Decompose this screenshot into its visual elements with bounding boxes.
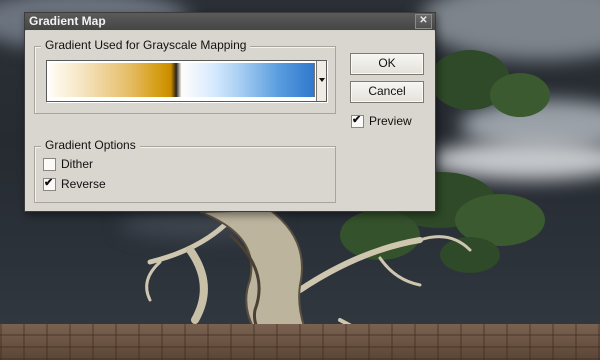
preview-label: Preview: [369, 114, 412, 128]
dither-label: Dither: [61, 157, 94, 171]
close-icon: ✕: [419, 15, 428, 26]
check-icon: ✔: [352, 113, 362, 126]
gradient-dropdown-button[interactable]: [316, 61, 326, 101]
dialog-title: Gradient Map: [29, 14, 106, 28]
preview-option[interactable]: ✔ Preview: [351, 113, 412, 129]
check-icon: ✔: [44, 176, 54, 189]
ok-button[interactable]: OK: [350, 53, 424, 75]
dither-checkbox[interactable]: [43, 157, 56, 171]
gradient-options-legend: Gradient Options: [41, 138, 140, 152]
gradient-options-group: Gradient Options Dither ✔ Reverse: [34, 138, 336, 203]
grayscale-mapping-group: Gradient Used for Grayscale Mapping: [34, 38, 336, 114]
reverse-label: Reverse: [61, 177, 106, 191]
gradient-preview-bar[interactable]: [49, 63, 315, 97]
cancel-button[interactable]: Cancel: [350, 81, 424, 103]
dither-option[interactable]: Dither: [43, 156, 93, 172]
cracked-ground: [0, 324, 600, 360]
triangle-down-icon: [319, 78, 325, 82]
preview-checkbox[interactable]: ✔: [351, 113, 364, 128]
reverse-option[interactable]: ✔ Reverse: [43, 176, 106, 192]
reverse-checkbox[interactable]: ✔: [43, 176, 56, 191]
gradient-picker[interactable]: [46, 60, 327, 102]
dialog-body: Gradient Used for Grayscale Mapping OK C…: [25, 31, 435, 211]
gradient-map-dialog: Gradient Map ✕ Gradient Used for Graysca…: [24, 12, 436, 212]
grayscale-mapping-legend: Gradient Used for Grayscale Mapping: [41, 38, 251, 52]
close-button[interactable]: ✕: [415, 14, 432, 29]
dialog-titlebar[interactable]: Gradient Map ✕: [25, 13, 435, 30]
